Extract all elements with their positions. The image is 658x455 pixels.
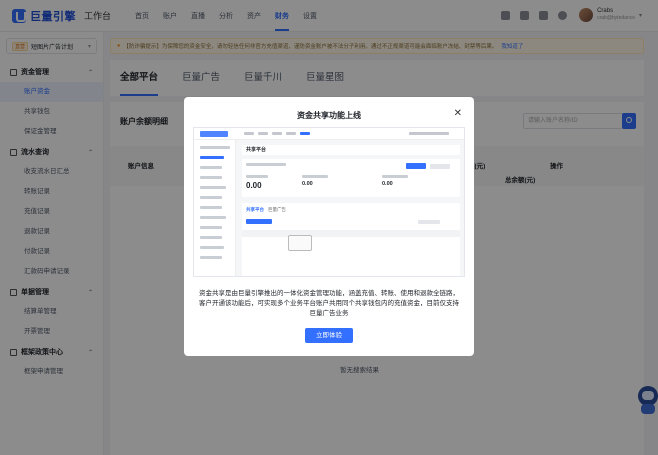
modal-title: 资金共享功能上线 bbox=[297, 111, 361, 120]
modal-description: 资金共享是由巨量引擎推出的一体化资金管理功能，涵盖充值、转账、使用和退款全链路，… bbox=[199, 290, 459, 317]
preview-tab-1: 共享平台 bbox=[246, 207, 264, 212]
feature-preview-image: 共享平台 0.00 0.00 0.00 共享平台 巨量广告 bbox=[193, 127, 465, 277]
preview-sub-value-2: 0.00 bbox=[382, 181, 393, 187]
close-icon[interactable]: ✕ bbox=[454, 108, 462, 119]
preview-section-title: 共享平台 bbox=[246, 147, 267, 153]
try-now-button[interactable]: 立即体验 bbox=[305, 328, 353, 343]
preview-balance: 0.00 bbox=[246, 181, 262, 190]
preview-sub-value-1: 0.00 bbox=[302, 181, 313, 187]
feature-modal: 资金共享功能上线 ✕ 共享平台 0.00 0.00 0.00 共享平台 巨量广告… bbox=[184, 97, 474, 356]
empty-box-icon bbox=[288, 235, 312, 251]
preview-tab-2: 巨量广告 bbox=[268, 207, 286, 212]
